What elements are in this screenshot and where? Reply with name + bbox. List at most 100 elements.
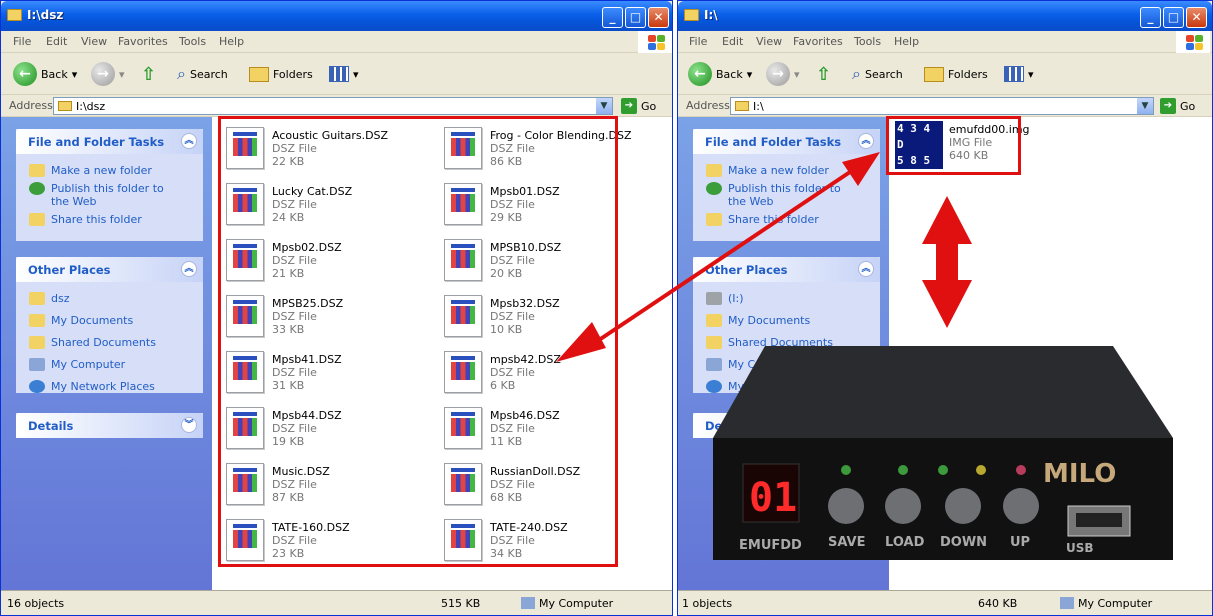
link-label: Share this folder xyxy=(51,213,142,226)
link-label: dsz xyxy=(51,292,70,305)
menu-favorites[interactable]: Favorites xyxy=(118,35,168,48)
make-new-folder-link[interactable]: Make a new folder xyxy=(693,162,880,180)
make-new-folder-link[interactable]: Make a new folder xyxy=(16,162,203,180)
status-count: 1 objects xyxy=(682,597,733,610)
address-field[interactable]: I:\ ▼ xyxy=(730,97,1154,115)
menu-help[interactable]: Help xyxy=(219,35,244,48)
globe-icon xyxy=(29,182,45,195)
forward-arrow-icon: → xyxy=(91,62,115,86)
search-button[interactable]: ⌕ Search xyxy=(852,61,903,87)
file-folder-tasks-panel: File and Folder Tasks ︽ Make a new folder… xyxy=(693,129,880,241)
new-folder-icon xyxy=(706,164,722,177)
back-button[interactable]: ← Back ▾ xyxy=(13,61,77,87)
folders-button[interactable]: Folders xyxy=(924,61,988,87)
place-link[interactable]: dsz xyxy=(16,290,203,308)
expand-icon[interactable]: ︾ xyxy=(181,417,197,433)
share-folder-link[interactable]: Share this folder xyxy=(693,211,880,229)
title-bar: I:\ _ □ ✕ xyxy=(678,1,1212,31)
link-label: My Network Places xyxy=(51,380,155,393)
place-link[interactable]: My Computer xyxy=(16,356,203,374)
load-button[interactable] xyxy=(885,488,921,524)
place-link[interactable]: My Documents xyxy=(16,312,203,330)
up-folder-icon: ⇧ xyxy=(816,63,832,85)
down-button[interactable] xyxy=(945,488,981,524)
up-folder-button[interactable]: ⇧ xyxy=(141,61,156,87)
go-button[interactable]: ➔ Go xyxy=(1160,98,1195,114)
address-value: I:\dsz xyxy=(76,100,106,113)
label-usb: USB xyxy=(1066,541,1094,555)
window-title: I:\ xyxy=(704,8,718,22)
collapse-icon[interactable]: ︽ xyxy=(181,133,197,149)
maximize-button[interactable]: □ xyxy=(625,7,646,28)
menu-favorites[interactable]: Favorites xyxy=(793,35,843,48)
go-label: Go xyxy=(1180,99,1196,113)
folder-icon xyxy=(29,292,45,305)
chevron-down-icon[interactable]: ▼ xyxy=(596,98,612,114)
menu-view[interactable]: View xyxy=(81,35,107,48)
go-button[interactable]: ➔ Go xyxy=(621,98,656,114)
menu-file[interactable]: File xyxy=(13,35,31,48)
status-bar: 16 objects 515 KB My Computer xyxy=(1,590,672,615)
menu-tools[interactable]: Tools xyxy=(854,35,881,48)
collapse-icon[interactable]: ︽ xyxy=(858,133,874,149)
publish-folder-link[interactable]: Publish this folder to the Web xyxy=(693,180,853,211)
floppy-emulator-device: 01 MILO EMUFDD SAVE LOAD DOWN UP USB xyxy=(713,346,1173,560)
menu-edit[interactable]: Edit xyxy=(722,35,743,48)
windows-logo-icon xyxy=(638,31,672,53)
my-computer-icon xyxy=(521,597,535,609)
toolbar: ← Back ▾ → ▾ ⇧ ⌕ Search Folders ▾ xyxy=(678,53,1212,95)
forward-button[interactable]: → ▾ xyxy=(91,61,125,87)
collapse-icon[interactable]: ︽ xyxy=(858,261,874,277)
collapse-icon[interactable]: ︽ xyxy=(181,261,197,277)
title-bar: I:\dsz _ □ ✕ xyxy=(1,1,672,31)
panel-title: Other Places xyxy=(705,263,788,277)
folder-icon xyxy=(58,101,72,111)
folders-label: Folders xyxy=(948,67,988,81)
minimize-button[interactable]: _ xyxy=(1140,7,1161,28)
search-button[interactable]: ⌕ Search xyxy=(177,61,228,87)
menu-file[interactable]: File xyxy=(689,35,707,48)
place-link[interactable]: My Network Places xyxy=(16,378,203,396)
maximize-button[interactable]: □ xyxy=(1163,7,1184,28)
back-button[interactable]: ← Back ▾ xyxy=(688,61,752,87)
up-folder-icon: ⇧ xyxy=(141,63,157,85)
status-bar: 1 objects 640 KB My Computer xyxy=(678,590,1212,615)
place-link[interactable]: Shared Documents xyxy=(16,334,203,352)
chevron-down-icon[interactable]: ▼ xyxy=(1137,98,1153,114)
menu-help[interactable]: Help xyxy=(894,35,919,48)
save-button[interactable] xyxy=(828,488,864,524)
menu-view[interactable]: View xyxy=(756,35,782,48)
up-button[interactable] xyxy=(1003,488,1039,524)
back-label: Back xyxy=(41,67,68,81)
my-computer-icon xyxy=(1060,597,1074,609)
drive-icon xyxy=(735,101,749,111)
views-button[interactable]: ▾ xyxy=(1004,61,1034,87)
share-folder-icon xyxy=(29,213,45,226)
menu-tools[interactable]: Tools xyxy=(179,35,206,48)
search-label: Search xyxy=(864,67,903,81)
other-places-panel: Other Places ︽ dsz My Documents Shared Do… xyxy=(16,257,203,393)
link-label: My Documents xyxy=(51,314,134,327)
link-label: (I:) xyxy=(728,292,744,305)
folders-button[interactable]: Folders xyxy=(249,61,313,87)
place-link[interactable]: My Documents xyxy=(693,312,880,330)
forward-button[interactable]: → ▾ xyxy=(766,61,800,87)
place-link[interactable]: (I:) xyxy=(693,290,880,308)
go-arrow-icon: ➔ xyxy=(621,98,637,114)
details-panel: Details ︾ xyxy=(16,413,203,438)
forward-arrow-icon: → xyxy=(766,62,790,86)
chevron-down-icon: ▾ xyxy=(746,67,753,81)
close-button[interactable]: ✕ xyxy=(1186,7,1207,28)
menu-edit[interactable]: Edit xyxy=(46,35,67,48)
address-field[interactable]: I:\dsz ▼ xyxy=(53,97,613,115)
status-count: 16 objects xyxy=(7,597,65,610)
my-documents-icon xyxy=(706,314,722,327)
minimize-button[interactable]: _ xyxy=(602,7,623,28)
chevron-down-icon: ▾ xyxy=(119,67,125,81)
up-folder-button[interactable]: ⇧ xyxy=(816,61,831,87)
close-button[interactable]: ✕ xyxy=(648,7,669,28)
share-folder-link[interactable]: Share this folder xyxy=(16,211,203,229)
views-button[interactable]: ▾ xyxy=(329,61,359,87)
publish-folder-link[interactable]: Publish this folder to the Web xyxy=(16,180,176,211)
panel-title: File and Folder Tasks xyxy=(28,135,165,149)
